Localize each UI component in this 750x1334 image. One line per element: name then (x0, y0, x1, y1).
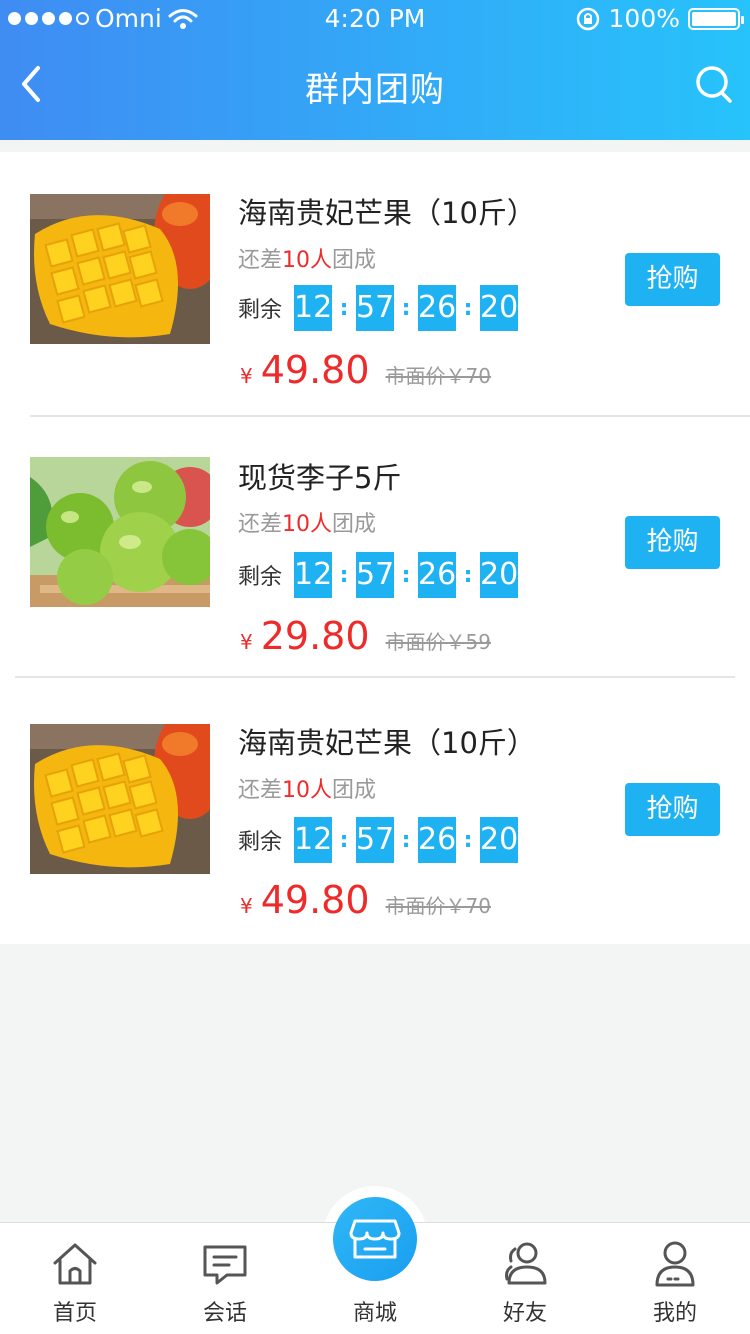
countdown-separator: : (401, 295, 411, 321)
market-price: 市面价￥70 (385, 894, 491, 918)
group-need-count: 10人 (282, 248, 333, 273)
tab-friends[interactable]: 好友 (475, 1239, 575, 1327)
nav-bar: 群内团购 (0, 44, 750, 124)
tab-mine-label: 我的 (652, 1301, 697, 1326)
countdown-label: 剩余 (238, 298, 283, 323)
header: Omni 4:20 PM 100% 群内团购 (0, 0, 750, 140)
currency-symbol: ¥ (240, 364, 253, 388)
market-price: 市面价￥59 (385, 630, 491, 654)
store-icon (349, 1219, 401, 1259)
countdown-days: 12 (294, 285, 332, 331)
currency-symbol: ¥ (240, 894, 253, 918)
price-row: ¥49.80 市面价￥70 (240, 878, 491, 922)
countdown-days: 12 (294, 817, 332, 863)
group-need-suffix: 团成 (332, 778, 377, 803)
friends-icon (505, 1242, 547, 1285)
countdown-seconds: 20 (480, 552, 518, 598)
countdown: 剩余 12 : 57 : 26 : 20 (238, 817, 518, 863)
chat-icon (203, 1245, 247, 1285)
tab-home-label: 首页 (52, 1301, 97, 1326)
group-price: 49.80 (260, 878, 370, 922)
tab-chat-label: 会话 (202, 1301, 247, 1326)
countdown-minutes: 26 (418, 285, 456, 331)
group-need: 还差10人团成 (238, 242, 376, 274)
product-title: 海南贵妃芒果（10斤） (238, 726, 536, 760)
group-need-count: 10人 (282, 512, 333, 537)
product-list: 海南贵妃芒果（10斤） 还差10人团成 剩余 12 : 57 : 26 : 20… (0, 152, 750, 944)
store-center-button[interactable] (333, 1197, 417, 1281)
countdown: 剩余 12 : 57 : 26 : 20 (238, 285, 518, 331)
rotation-lock-icon (576, 7, 599, 30)
countdown-minutes: 26 (418, 817, 456, 863)
buy-button[interactable]: 抢购 (625, 783, 720, 836)
product-image-plum[interactable] (30, 457, 210, 607)
countdown-separator: : (463, 562, 473, 588)
group-need-suffix: 团成 (332, 248, 377, 273)
countdown-minutes: 26 (418, 552, 456, 598)
countdown-label: 剩余 (238, 565, 283, 590)
battery-icon (688, 7, 744, 30)
tab-home[interactable]: 首页 (25, 1239, 125, 1327)
group-price: 49.80 (260, 348, 370, 392)
group-need: 还差10人团成 (238, 506, 376, 538)
group-need-suffix: 团成 (332, 512, 377, 537)
buy-button[interactable]: 抢购 (625, 253, 720, 306)
search-button[interactable] (694, 62, 734, 106)
countdown-hours: 57 (356, 285, 394, 331)
search-icon (696, 66, 732, 103)
buy-button[interactable]: 抢购 (625, 516, 720, 569)
currency-symbol: ¥ (240, 630, 253, 654)
group-need-count: 10人 (282, 778, 333, 803)
battery-percent: 100% (608, 4, 680, 33)
countdown-hours: 57 (356, 817, 394, 863)
countdown-days: 12 (294, 552, 332, 598)
group-need-prefix: 还差 (238, 778, 283, 803)
price-row: ¥29.80 市面价￥59 (240, 614, 491, 658)
countdown: 剩余 12 : 57 : 26 : 20 (238, 552, 518, 598)
countdown-separator: : (401, 827, 411, 853)
product-card[interactable]: 海南贵妃芒果（10斤） 还差10人团成 剩余 12 : 57 : 26 : 20… (0, 152, 750, 416)
home-icon (53, 1243, 97, 1285)
user-icon (655, 1241, 695, 1287)
countdown-label: 剩余 (238, 830, 283, 855)
countdown-hours: 57 (356, 552, 394, 598)
status-right: 100% (575, 4, 744, 33)
price-row: ¥49.80 市面价￥70 (240, 348, 491, 392)
product-card[interactable]: 现货李子5斤 还差10人团成 剩余 12 : 57 : 26 : 20 ¥29.… (0, 417, 750, 681)
group-need-prefix: 还差 (238, 248, 283, 273)
tab-chat[interactable]: 会话 (175, 1239, 275, 1327)
page-title: 群内团购 (305, 70, 445, 110)
countdown-seconds: 20 (480, 817, 518, 863)
countdown-separator: : (339, 295, 349, 321)
countdown-separator: : (339, 827, 349, 853)
product-title: 现货李子5斤 (238, 461, 402, 495)
tab-mine[interactable]: 我的 (625, 1239, 725, 1327)
product-title: 海南贵妃芒果（10斤） (238, 196, 536, 230)
countdown-separator: : (401, 562, 411, 588)
market-price: 市面价￥70 (385, 364, 491, 388)
countdown-separator: : (463, 295, 473, 321)
status-bar: Omni 4:20 PM 100% (0, 0, 750, 38)
countdown-separator: : (339, 562, 349, 588)
group-need: 还差10人团成 (238, 772, 376, 804)
product-image-mango[interactable] (30, 194, 210, 344)
product-image-mango[interactable] (30, 724, 210, 874)
group-need-prefix: 还差 (238, 512, 283, 537)
tab-store-label: 商城 (352, 1301, 397, 1326)
countdown-seconds: 20 (480, 285, 518, 331)
countdown-separator: : (463, 827, 473, 853)
product-card[interactable]: 海南贵妃芒果（10斤） 还差10人团成 剩余 12 : 57 : 26 : 20… (0, 678, 750, 942)
group-price: 29.80 (260, 614, 370, 658)
tab-friends-label: 好友 (502, 1301, 547, 1326)
